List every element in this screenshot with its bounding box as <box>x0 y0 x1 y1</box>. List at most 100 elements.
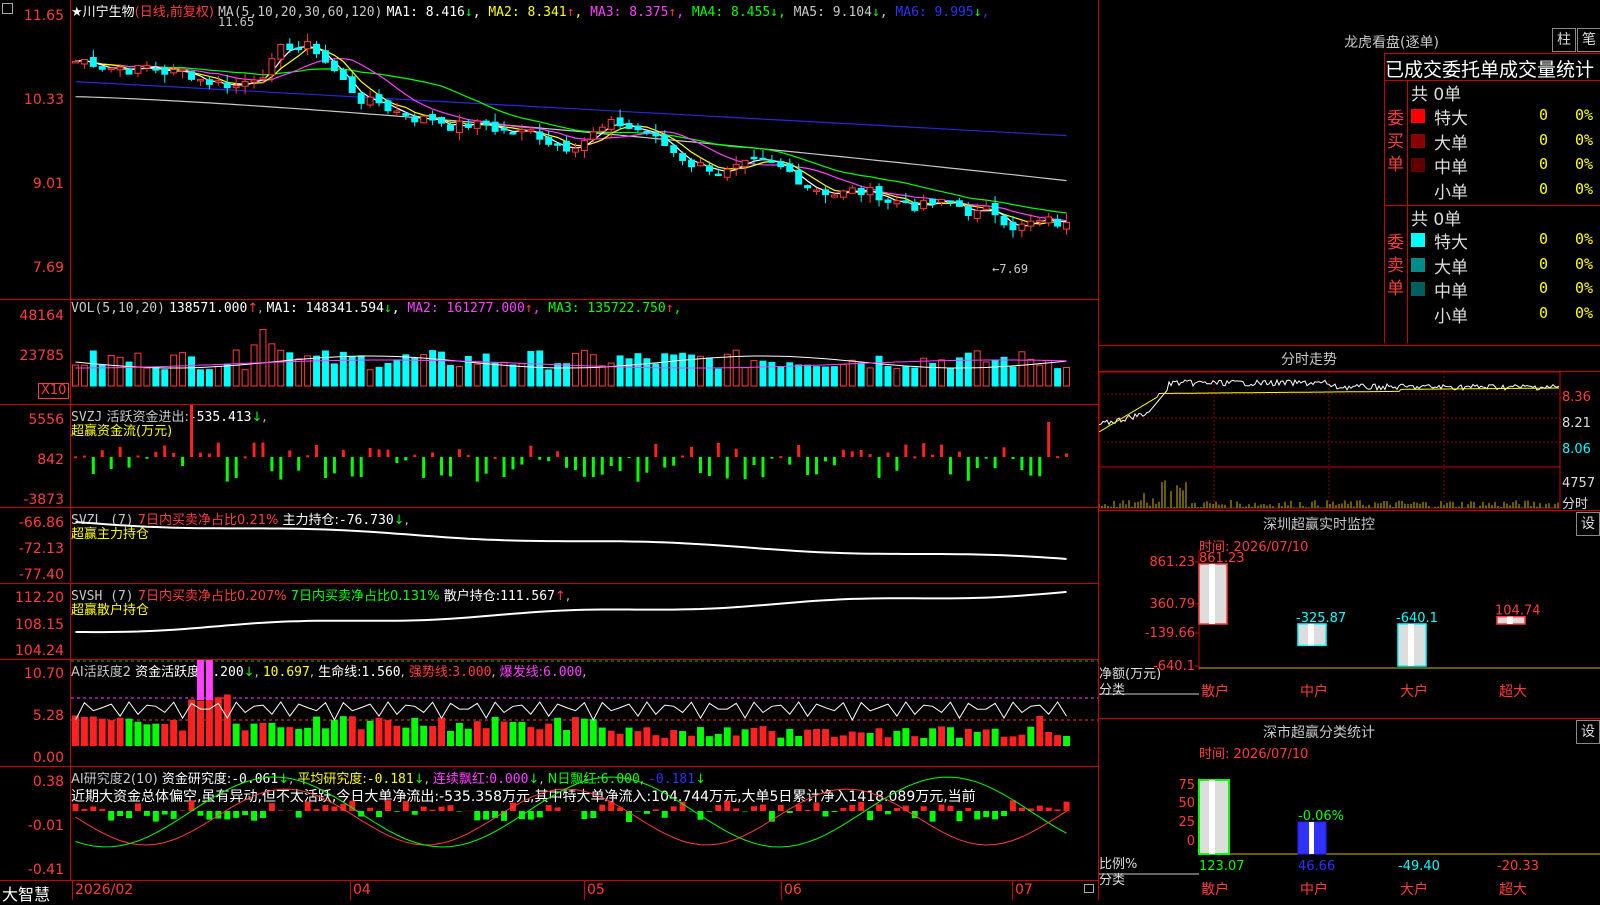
sz-monitor-bar-value: -325.87 <box>1296 611 1346 626</box>
ai1-bar <box>893 731 900 746</box>
ai1-bar <box>635 731 642 746</box>
volume-bar <box>814 367 820 386</box>
svzj-bar <box>779 456 782 458</box>
ai2-bar <box>831 811 837 812</box>
sell-row-label: 中单 <box>1434 277 1468 302</box>
volume-bar <box>90 351 96 386</box>
svzj-bar <box>235 457 238 478</box>
volume-bar <box>1037 365 1043 386</box>
ai2-bar <box>733 808 739 811</box>
candle <box>1064 222 1070 229</box>
price-chart[interactable] <box>71 0 1098 299</box>
ai2-tick: -0.41 <box>0 862 64 878</box>
candle <box>117 67 123 70</box>
ai2-bar <box>983 811 989 817</box>
candle <box>448 125 454 130</box>
ai1-bar <box>867 733 874 746</box>
svzj-bar <box>217 443 220 457</box>
sz-class-ylabel: 比例% <box>1099 857 1137 872</box>
ai2-bar <box>331 806 337 811</box>
sz-class-chart[interactable]: 7550250比例%分类-0.06%123.07散户46.66中户-49.40大… <box>1099 758 1600 900</box>
ai1-burst-bar <box>206 660 213 700</box>
ai1-bar <box>965 729 972 746</box>
svsh-chart[interactable] <box>71 584 1098 659</box>
ai2-tick: 0.38 <box>0 774 64 790</box>
ai2-bar <box>215 811 221 819</box>
candle <box>715 174 721 176</box>
ai2-bar <box>73 804 79 811</box>
candle <box>903 201 909 203</box>
svzj-bar <box>967 457 970 481</box>
ai1-bar <box>590 719 597 746</box>
svzl-tick: -72.13 <box>0 541 64 557</box>
lock-icon[interactable] <box>1084 884 1094 893</box>
volume-bar <box>180 353 186 386</box>
sz-monitor-tick: 360.79 <box>1150 597 1196 612</box>
svzj-bar <box>92 457 95 474</box>
ai2-bar <box>403 801 409 811</box>
ai2-bar <box>1010 800 1016 811</box>
candle <box>555 144 561 146</box>
svzj-bar <box>1020 457 1023 470</box>
candle <box>73 61 79 63</box>
intraday-chart[interactable] <box>1099 372 1561 509</box>
sz-monitor-settings-button[interactable]: 设 <box>1576 512 1600 536</box>
candle <box>367 97 373 105</box>
ai1-bar <box>902 728 909 746</box>
svzj-bar <box>574 457 577 470</box>
sz-monitor-chart[interactable]: 861.23360.79-139.66-640.1净额(万元)分类861.23散… <box>1099 550 1600 718</box>
ai1-chart[interactable] <box>71 660 1098 766</box>
ai1-tick: 10.70 <box>0 666 64 682</box>
svzj-bar <box>199 453 202 457</box>
ai2-bar <box>1055 809 1061 811</box>
volume-bar <box>1064 368 1070 386</box>
ai2-bar <box>421 807 427 811</box>
svzl-chart[interactable] <box>71 508 1098 583</box>
ai2-bar <box>314 809 320 811</box>
svzj-bar <box>833 457 836 465</box>
ai1-bar <box>947 727 954 746</box>
ai1-bar <box>429 726 436 746</box>
sz-class-tick: 75 <box>1178 778 1195 793</box>
ai2-chart[interactable] <box>71 767 1098 880</box>
volume-bar <box>974 351 980 386</box>
svsh-tick: 108.15 <box>0 617 64 633</box>
candle <box>260 78 266 80</box>
ai1-bar <box>983 729 990 746</box>
candle <box>733 165 739 169</box>
volume-bar <box>171 355 177 386</box>
buy-row-value: 0 <box>1539 131 1548 149</box>
ai2-bar <box>198 811 204 816</box>
ai1-bar <box>1027 727 1034 746</box>
candle <box>242 82 248 87</box>
volume-bar <box>831 367 837 386</box>
ai1-bar <box>492 717 499 746</box>
volume-bar <box>224 364 230 386</box>
candle <box>305 42 311 49</box>
candle <box>474 121 480 128</box>
sz-class-category: 超大 <box>1499 882 1527 898</box>
candle <box>849 188 855 193</box>
volume-bar <box>144 368 150 386</box>
ai1-bar <box>795 736 802 746</box>
volume-chart[interactable] <box>71 300 1098 404</box>
svzj-bar <box>119 447 122 457</box>
svzj-bar <box>699 457 702 473</box>
sz-class-settings-button[interactable]: 设 <box>1576 720 1600 744</box>
ai2-bar <box>278 810 284 811</box>
volume-bar <box>385 363 391 386</box>
ai1-bar <box>679 731 686 746</box>
ai2-bar <box>394 811 400 812</box>
svzj-chart[interactable] <box>71 405 1098 507</box>
svzj-bar <box>181 457 184 466</box>
svzj-bar <box>529 446 532 457</box>
candle <box>394 111 400 113</box>
svzj-bar <box>404 457 407 460</box>
bar-mode-button[interactable]: 柱 <box>1552 28 1576 52</box>
svzj-bar <box>547 457 550 461</box>
divider <box>1407 80 1408 343</box>
chart-area[interactable]: ★川宁生物(日线,前复权) MA(5,10,20,30,60,120) MA1:… <box>0 0 1098 900</box>
candle <box>983 206 989 209</box>
ai1-bar <box>831 737 838 746</box>
tick-mode-button[interactable]: 笔 <box>1577 28 1600 52</box>
